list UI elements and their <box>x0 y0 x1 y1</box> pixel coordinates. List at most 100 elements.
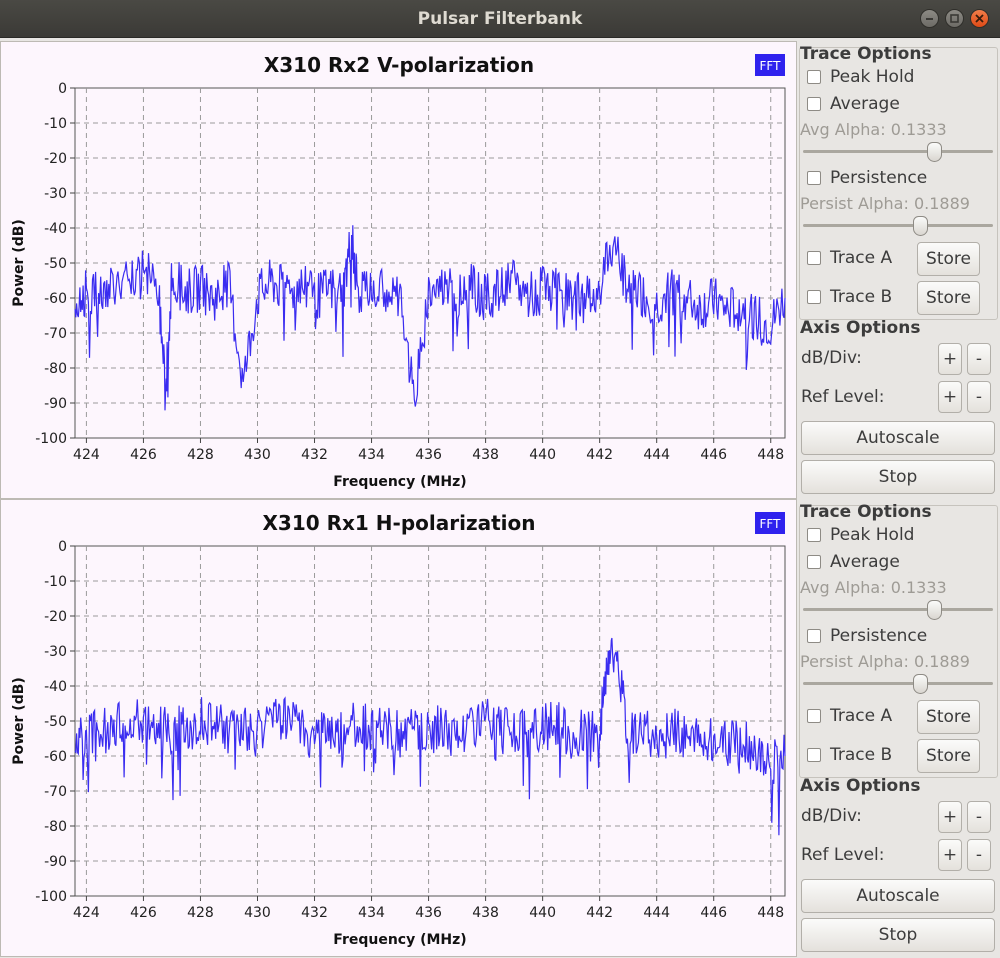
checkbox-box[interactable] <box>807 555 821 569</box>
persist-alpha-slider[interactable] <box>803 215 993 237</box>
checkbox-box[interactable] <box>807 748 821 762</box>
fft-badge-label: FFT <box>760 517 782 531</box>
ref-level-plus-button[interactable]: + <box>938 381 962 413</box>
y-tick-label: -80 <box>44 361 67 377</box>
average-label: Average <box>830 552 900 572</box>
y-tick-label: -60 <box>44 749 67 765</box>
x-tick-label: 432 <box>301 905 328 921</box>
store-trace-b-button[interactable]: Store <box>917 281 980 315</box>
y-tick-label: -50 <box>44 714 67 730</box>
avg-alpha-slider[interactable] <box>803 599 993 621</box>
x-tick-label: 428 <box>187 447 214 463</box>
slider-handle[interactable] <box>927 142 943 162</box>
y-tick-label: -90 <box>44 396 67 412</box>
store-trace-b-button[interactable]: Store <box>917 739 980 773</box>
y-tick-label: 0 <box>58 81 67 97</box>
fft-plot-h[interactable]: X310 Rx1 H-polarization FFT 0 -10 -20 -30 -40 -… <box>1 500 798 958</box>
checkbox-box[interactable] <box>807 528 821 542</box>
peak-hold-checkbox[interactable]: Peak Hold <box>807 67 914 87</box>
persistence-label: Persistence <box>830 168 928 188</box>
trace-b-label: Trace B <box>830 745 893 765</box>
trace-b-checkbox[interactable]: Trace B <box>807 745 892 765</box>
x-tick-label: 444 <box>643 447 670 463</box>
peak-hold-label: Peak Hold <box>830 67 915 87</box>
persistence-checkbox[interactable]: Persistence <box>807 626 927 646</box>
trace-a-checkbox[interactable]: Trace A <box>807 248 892 268</box>
minimize-icon <box>926 18 933 20</box>
y-tick-label: 0 <box>58 539 67 555</box>
trace-a-checkbox[interactable]: Trace A <box>807 706 892 726</box>
persist-alpha-label: Persist Alpha: 0.1889 <box>800 194 970 213</box>
y-tick-label: -20 <box>44 151 67 167</box>
fft-plot-v[interactable]: X310 Rx2 V-polarization FFT 0 -10 -20 -30 -40 -… <box>1 42 798 500</box>
average-label: Average <box>830 94 900 114</box>
db-div-plus-button[interactable]: + <box>938 343 962 375</box>
average-checkbox[interactable]: Average <box>807 94 900 114</box>
trace-b-checkbox[interactable]: Trace B <box>807 287 892 307</box>
y-tick-label: -40 <box>44 221 67 237</box>
x-tick-label: 442 <box>586 447 613 463</box>
x-tick-label: 430 <box>244 905 271 921</box>
stop-button[interactable]: Stop <box>801 918 995 952</box>
autoscale-button[interactable]: Autoscale <box>801 879 995 913</box>
slider-handle[interactable] <box>913 674 929 694</box>
ref-level-label: Ref Level: <box>801 845 885 865</box>
ref-level-minus-button[interactable]: - <box>967 381 991 413</box>
db-div-plus-button[interactable]: + <box>938 801 962 833</box>
slider-handle[interactable] <box>913 216 929 236</box>
checkbox-box[interactable] <box>807 629 821 643</box>
persist-alpha-label: Persist Alpha: 0.1889 <box>800 652 970 671</box>
y-tick-label: -30 <box>44 186 67 202</box>
slider-handle[interactable] <box>927 600 943 620</box>
minimize-button[interactable] <box>920 9 939 28</box>
ref-level-label: Ref Level: <box>801 387 885 407</box>
checkbox-box[interactable] <box>807 97 821 111</box>
average-checkbox[interactable]: Average <box>807 552 900 572</box>
x-tick-label: 440 <box>529 447 556 463</box>
x-axis-label: Frequency (MHz) <box>333 474 466 490</box>
checkbox-box[interactable] <box>807 251 821 265</box>
store-trace-a-button[interactable]: Store <box>917 242 980 276</box>
x-tick-label: 448 <box>757 905 784 921</box>
y-tick-label: -10 <box>44 116 67 132</box>
peak-hold-checkbox[interactable]: Peak Hold <box>807 525 914 545</box>
checkbox-box[interactable] <box>807 70 821 84</box>
avg-alpha-slider[interactable] <box>803 141 993 163</box>
slider-track <box>803 224 993 227</box>
autoscale-button[interactable]: Autoscale <box>801 421 995 455</box>
persist-alpha-slider[interactable] <box>803 673 993 695</box>
y-tick-label: -100 <box>35 431 67 447</box>
store-trace-a-button[interactable]: Store <box>917 700 980 734</box>
db-div-label: dB/Div: <box>801 348 862 368</box>
persistence-checkbox[interactable]: Persistence <box>807 168 927 188</box>
stop-button[interactable]: Stop <box>801 460 995 494</box>
peak-hold-label: Peak Hold <box>830 525 915 545</box>
checkbox-box[interactable] <box>807 290 821 304</box>
x-tick-label: 428 <box>187 905 214 921</box>
x-tick-label: 438 <box>472 905 499 921</box>
controls-panel-h: Trace Options Peak Hold Average Avg Alph… <box>799 499 1000 957</box>
trace-a-label: Trace A <box>830 248 893 268</box>
x-tick-label: 432 <box>301 447 328 463</box>
maximize-button[interactable] <box>945 9 964 28</box>
close-button[interactable] <box>970 9 989 28</box>
x-tick-label: 424 <box>73 447 100 463</box>
x-tick-label: 436 <box>415 447 442 463</box>
window-title: Pulsar Filterbank <box>417 9 583 29</box>
checkbox-box[interactable] <box>807 171 821 185</box>
plot-panel-v[interactable]: X310 Rx2 V-polarization FFT 0 -10 -20 -30 -40 -… <box>0 41 797 499</box>
ref-level-plus-button[interactable]: + <box>938 839 962 871</box>
trace-options-heading: Trace Options <box>800 502 932 522</box>
ref-level-minus-button[interactable]: - <box>967 839 991 871</box>
y-tick-label: -30 <box>44 644 67 660</box>
x-tick-label: 446 <box>700 447 727 463</box>
plot-panel-h[interactable]: X310 Rx1 H-polarization FFT 0 -10 -20 -30 -40 -… <box>0 499 797 957</box>
db-div-minus-button[interactable]: - <box>967 801 991 833</box>
close-icon <box>975 14 984 23</box>
db-div-minus-button[interactable]: - <box>967 343 991 375</box>
checkbox-box[interactable] <box>807 709 821 723</box>
slider-track <box>803 682 993 685</box>
axis-options-heading: Axis Options <box>800 318 921 338</box>
trace-a-label: Trace A <box>830 706 893 726</box>
plot-title: X310 Rx1 H-polarization <box>262 511 535 535</box>
